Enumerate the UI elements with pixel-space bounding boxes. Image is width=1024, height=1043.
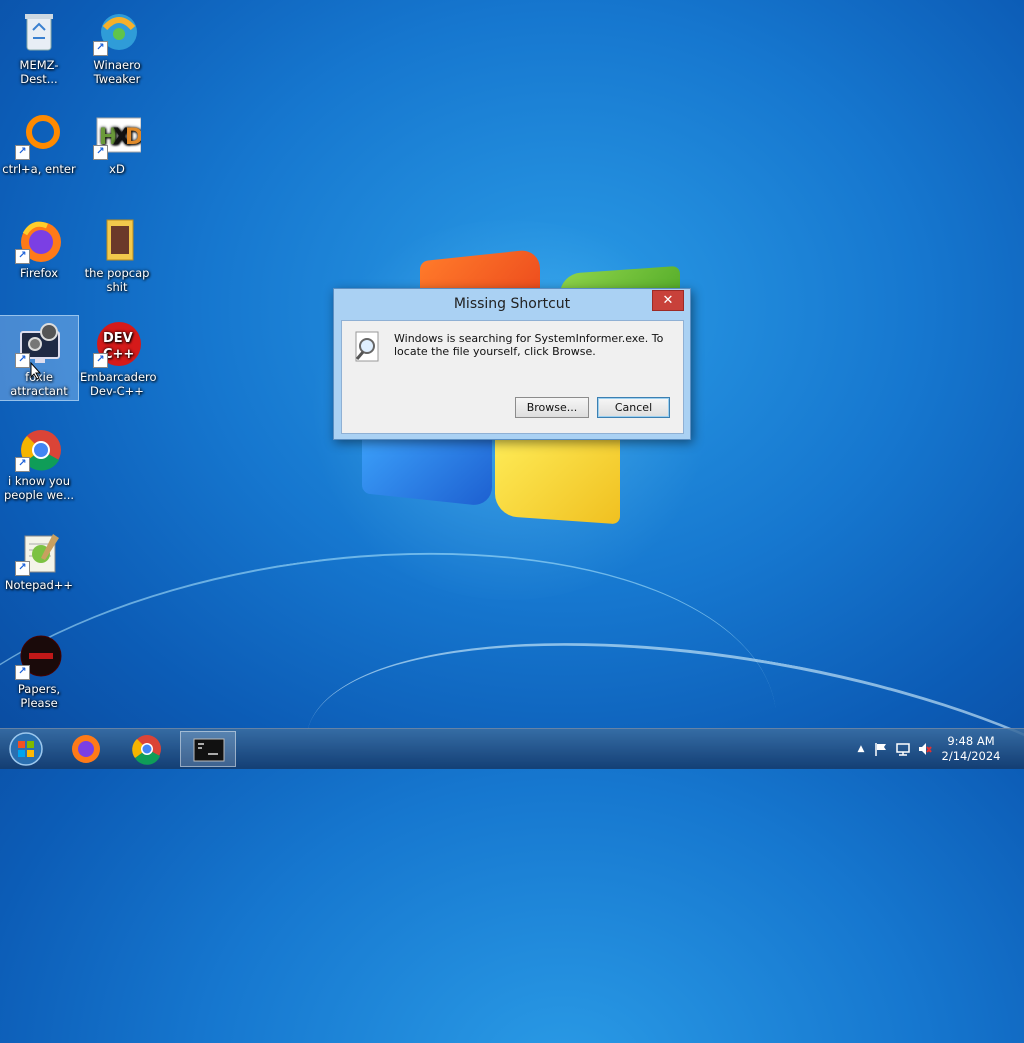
mouse-pointer-icon [30, 362, 42, 380]
taskbar-firefox[interactable] [58, 731, 114, 767]
shortcut-arrow-icon: ↗ [15, 665, 30, 680]
command-prompt-icon [193, 738, 225, 762]
desktop-icon-label: Papers, Please [17, 682, 61, 710]
clock[interactable]: 9:48 AM 2/14/2024 [936, 734, 1006, 764]
desktop-icon-label: Embarcadero Dev-C++ [80, 370, 157, 398]
desktop-icon-dev-cpp[interactable]: DEV C++ ↗ Embarcadero Dev-C++ [78, 316, 157, 398]
shortcut-arrow-icon: ↗ [15, 457, 30, 472]
system-tray: ▲ 9:48 AM 2/14/2024 [824, 729, 1024, 769]
papers-please-icon: ↗ [15, 632, 63, 680]
taskbar: ▲ 9:48 AM 2/14/2024 [0, 728, 1024, 769]
shortcut-arrow-icon: ↗ [15, 145, 30, 160]
missing-shortcut-dialog: Missing Shortcut ✕ Windows is searching … [333, 288, 691, 440]
desktop-icon-ctrl-a-enter[interactable]: ↗ ctrl+a, enter [0, 108, 78, 176]
desktop-icon-label: Firefox [19, 266, 59, 280]
desktop-icon-popcap-folder[interactable]: the popcap shit [78, 212, 156, 294]
clock-time: 9:48 AM [947, 734, 995, 748]
desktop-icon-firefox[interactable]: ↗ Firefox [0, 212, 78, 280]
desktop-icon-winaero-tweaker[interactable]: ↗ Winaero Tweaker [78, 4, 156, 86]
cancel-button[interactable]: Cancel [597, 397, 670, 418]
desktop-icon-label: the popcap shit [84, 266, 150, 294]
clock-date: 2/14/2024 [941, 749, 1001, 763]
notepad-plus-plus-icon: ↗ [15, 528, 63, 576]
folder-icon [93, 216, 141, 264]
dev-cpp-icon: DEV C++ ↗ [93, 320, 141, 368]
dialog-title: Missing Shortcut [453, 296, 571, 312]
hxd-icon: HXD ↗ [93, 112, 143, 160]
chrome-icon [132, 735, 161, 765]
ring-icon: ↗ [15, 112, 63, 160]
shortcut-arrow-icon: ↗ [15, 561, 30, 576]
search-document-icon [355, 331, 379, 362]
chrome-icon: ↗ [15, 424, 63, 472]
desktop-icon-label: xD [109, 162, 125, 176]
shortcut-arrow-icon: ↗ [93, 353, 108, 368]
shortcut-arrow-icon: ↗ [15, 353, 30, 368]
browse-button[interactable]: Browse... [515, 397, 589, 418]
winaero-tweaker-icon: ↗ [93, 8, 141, 56]
desktop-icon-notepad-plus-plus[interactable]: ↗ Notepad++ [0, 524, 78, 592]
desktop-icon-label: Winaero Tweaker [93, 58, 141, 86]
wallpaper-logo-yellow [495, 425, 620, 525]
shortcut-arrow-icon: ↗ [15, 249, 30, 264]
volume-muted-icon[interactable] [918, 742, 932, 756]
desktop-icon-foxie-attractant[interactable]: ↗ foxie attractant [0, 315, 79, 401]
show-hidden-icons-icon[interactable]: ▲ [854, 742, 868, 756]
start-button[interactable] [6, 731, 46, 767]
desktop-icon-label: Notepad++ [4, 578, 74, 592]
desktop-icon-label: ctrl+a, enter [2, 162, 76, 176]
desktop-icon-chrome-shortcut[interactable]: ↗ i know you people we... [0, 420, 78, 502]
dialog-titlebar[interactable]: Missing Shortcut ✕ [334, 289, 690, 319]
desktop-icon-label: MEMZ-Dest... [19, 58, 59, 86]
svg-text:DEV: DEV [103, 331, 133, 346]
desktop-icon-papers-please[interactable]: ↗ Papers, Please [0, 628, 78, 710]
desktop-icon-xd[interactable]: HXD ↗ xD [78, 108, 156, 176]
action-center-flag-icon[interactable] [874, 742, 888, 756]
taskbar-chrome[interactable] [119, 731, 175, 767]
firefox-icon: ↗ [15, 216, 63, 264]
dialog-body: Windows is searching for SystemInformer.… [341, 320, 684, 434]
recycle-bin-icon [15, 8, 63, 56]
svg-text:D: D [125, 125, 141, 150]
desktop-icon-label: i know you people we... [3, 474, 75, 502]
close-button[interactable]: ✕ [652, 290, 684, 311]
shortcut-arrow-icon: ↗ [93, 41, 108, 56]
firefox-icon [72, 735, 100, 763]
desktop-icon-memz[interactable]: MEMZ-Dest... [0, 4, 78, 86]
shortcut-arrow-icon: ↗ [93, 145, 108, 160]
network-icon[interactable] [896, 742, 910, 756]
taskbar-command-prompt[interactable] [180, 731, 236, 767]
monitor-gear-icon: ↗ [15, 320, 63, 368]
dialog-message: Windows is searching for SystemInformer.… [394, 332, 664, 358]
windows-orb-icon [9, 732, 43, 766]
